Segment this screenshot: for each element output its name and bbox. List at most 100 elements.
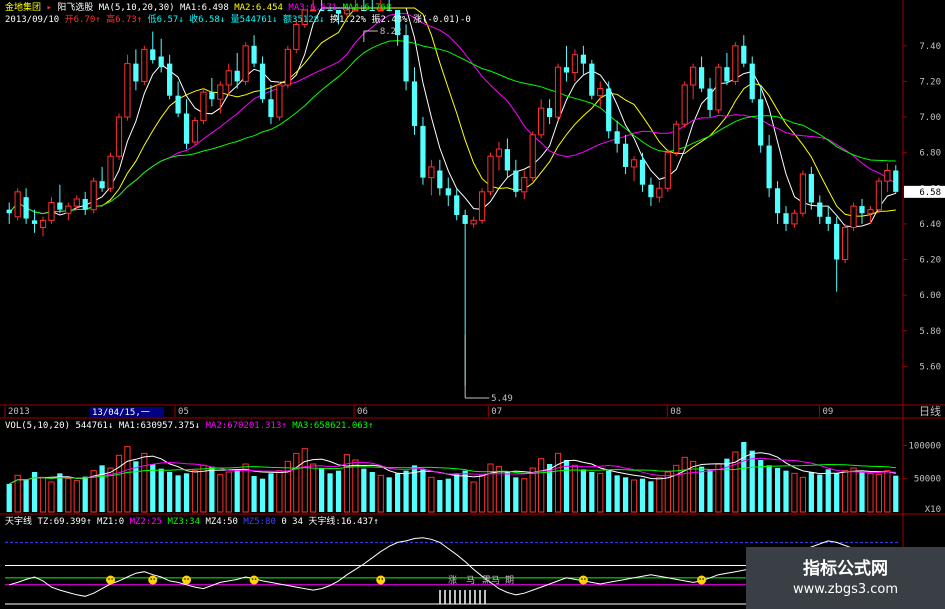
candle-body-down (268, 99, 274, 118)
volume-bar-up (73, 480, 80, 513)
volume-bar-down (859, 472, 865, 512)
candle-body-up (842, 226, 849, 261)
candle-body-up (732, 45, 739, 82)
mz1-value: MZ1:0 (97, 517, 125, 527)
candle-body-down (808, 174, 814, 203)
candle-body-down (741, 45, 747, 64)
volume-bar-down (504, 472, 510, 512)
price-tick-label: 7.20 (919, 77, 941, 87)
candle-body-up (284, 48, 291, 86)
volume-unit-label: X10 (925, 505, 941, 515)
candle-body-down (259, 63, 266, 100)
candle-body-down (513, 170, 519, 192)
volume-bar-down (749, 450, 755, 512)
candle-body-up (14, 191, 21, 218)
candle-body-up (107, 155, 114, 189)
candle-body-down (758, 99, 764, 146)
volume-bar-up (377, 474, 384, 513)
close-value: 收6.58↓ (189, 15, 226, 25)
candle-body-down (724, 67, 730, 82)
candle-body-down (589, 63, 595, 96)
smiley-eye (254, 578, 257, 580)
candle-body-down (183, 113, 190, 144)
current-price-label: 6.58 (919, 188, 941, 198)
stock-name[interactable]: 金地集团 (5, 3, 41, 13)
volume-bar-up (293, 452, 300, 513)
candle-body-down (783, 213, 789, 224)
price-tick-label: 5.60 (919, 362, 941, 372)
candle-body-up (39, 219, 47, 228)
volume-bar-down (817, 474, 823, 512)
candle-body-up (293, 23, 300, 50)
candle-body-up (115, 116, 123, 157)
candle-body-up (867, 209, 874, 214)
volume-bar-up (225, 471, 232, 513)
candle-body-down (707, 88, 713, 110)
price-header-row2: 2013/09/10 开6.70↑ 高6.73↑ 低6.57↓ 收6.58↓ 量… (5, 15, 471, 26)
candle-body-down (150, 49, 156, 61)
volume-bar-up (124, 446, 131, 513)
time-tick-label: 2013 (8, 407, 30, 417)
volume-current: 544761↓ (75, 421, 114, 431)
volume-bar-up (521, 478, 528, 513)
volume-bar-down (563, 460, 570, 512)
candle-body-up (191, 120, 199, 143)
smiley-icon (182, 575, 192, 585)
volume-bar-up (597, 472, 604, 513)
volume-bar-down (327, 473, 333, 512)
volume-bar-down (158, 468, 164, 512)
mz4-value: MZ4:50 (205, 517, 238, 527)
smiley-icon (249, 575, 259, 585)
volume-bar-down (175, 475, 181, 512)
price-tick-label: 6.00 (919, 291, 941, 301)
formula-name[interactable]: 阳飞选股 (57, 3, 93, 13)
candle-body-down (99, 181, 105, 189)
candle-body-down (437, 170, 443, 189)
candle-body-up (850, 205, 857, 228)
volume-bar-down (150, 464, 156, 512)
low-value: 低6.57↓ (147, 15, 184, 25)
candle-body-down (57, 202, 63, 210)
volume-value: 量544761↓ (230, 15, 278, 25)
volume-bar-down (251, 476, 257, 512)
volume-label[interactable]: VOL(5,10,20) (5, 421, 70, 431)
candle-body-down (648, 184, 654, 198)
candle-body-down (234, 70, 240, 82)
price-tick-label: 7.00 (919, 113, 941, 123)
volume-bar-up (529, 467, 536, 513)
volume-bar-up (554, 452, 562, 513)
candle-body-down (622, 143, 629, 167)
candle-body-up (538, 107, 545, 136)
stock-chart-window: 5.605.806.006.206.406.606.807.007.207.40… (0, 0, 945, 609)
price-tick-label: 5.80 (919, 327, 941, 337)
smiley-icon (376, 575, 386, 585)
candle-body-down (403, 35, 409, 82)
volume-bar-up (571, 464, 579, 513)
smiley-eye (111, 578, 113, 580)
smiley-eye (378, 578, 381, 580)
smiley-eye (699, 578, 701, 580)
period-label: 日线 (919, 404, 941, 418)
amount-value: 额35128↓ (283, 15, 325, 25)
volume-bar-down (259, 478, 266, 512)
candle-body-up (656, 187, 663, 198)
time-tick-label: 06 (357, 407, 368, 417)
watermark-title: 指标公式网 (803, 559, 888, 579)
smiley-eye (153, 578, 156, 580)
volume-bar-down (783, 470, 789, 512)
time-tick-label: 09 (822, 407, 833, 417)
volume-bar-down (893, 475, 899, 512)
indicator-label[interactable]: 天宇线 (5, 517, 32, 527)
volume-bar-up (799, 476, 807, 513)
volume-bar-down (183, 473, 190, 512)
volume-bar-down (580, 469, 586, 512)
candle-body-down (859, 206, 865, 214)
volume-bar-up (276, 470, 283, 513)
candle-body-up (715, 66, 722, 111)
candle-body-up (799, 173, 807, 214)
price-tick-label: 6.20 (919, 256, 941, 266)
candle-body-up (673, 123, 680, 154)
bar-date: 2013/09/10 (5, 15, 60, 25)
smiley-eye (184, 578, 186, 580)
volume-bar-down (437, 480, 443, 512)
